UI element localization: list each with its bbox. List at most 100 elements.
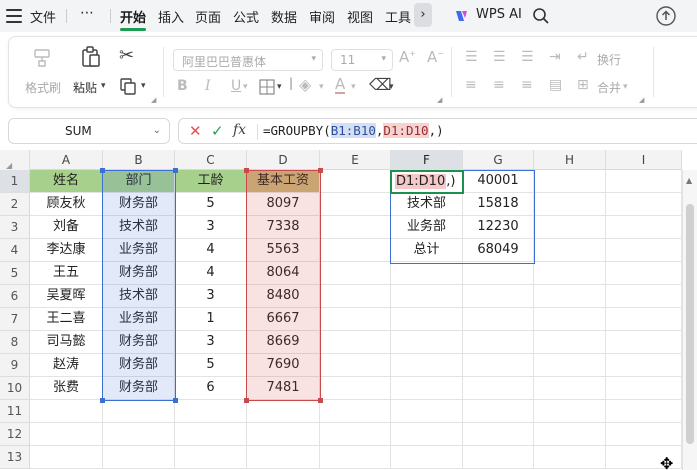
cell-g3[interactable]: 12230 xyxy=(463,216,534,239)
cell-e11[interactable] xyxy=(320,400,391,423)
cell-a13[interactable] xyxy=(30,446,103,469)
chevron-down-icon[interactable]: ▾ xyxy=(141,82,146,91)
cell-e10[interactable] xyxy=(320,377,391,400)
range-handle[interactable] xyxy=(100,168,105,173)
column-header-d[interactable]: D xyxy=(247,150,320,170)
dialog-launcher-icon[interactable]: ◢ xyxy=(437,97,442,104)
cloud-sync-icon[interactable] xyxy=(656,6,676,26)
row-header-12[interactable]: 12 xyxy=(0,423,30,446)
formula-bar[interactable]: ✕ ✓ fx =GROUPBY(B1:B10,D1:D10,) xyxy=(178,118,697,144)
cell-f13[interactable] xyxy=(391,446,463,469)
chevron-down-icon[interactable]: ▾ xyxy=(389,83,394,92)
cell-d7[interactable]: 6667 xyxy=(247,308,320,331)
cell-a8[interactable]: 司马懿 xyxy=(30,331,103,354)
align-left-icon[interactable]: ≡ xyxy=(465,78,477,92)
cell-d2[interactable]: 8097 xyxy=(247,193,320,216)
column-header-c[interactable]: C xyxy=(175,150,247,170)
underline-icon[interactable]: U xyxy=(231,79,241,93)
cell-g9[interactable] xyxy=(463,354,534,377)
format-painter-icon[interactable] xyxy=(31,47,53,69)
cell-a9[interactable]: 赵涛 xyxy=(30,354,103,377)
cell-h5[interactable] xyxy=(534,262,606,285)
hamburger-menu-icon[interactable] xyxy=(6,9,22,23)
cell-i11[interactable] xyxy=(606,400,682,423)
font-name-select[interactable]: 阿里巴巴普惠体 ▾ xyxy=(173,49,323,71)
cell-i7[interactable] xyxy=(606,308,682,331)
cell-h7[interactable] xyxy=(534,308,606,331)
column-header-b[interactable]: B xyxy=(103,150,175,170)
dialog-launcher-icon[interactable]: ◢ xyxy=(151,97,156,104)
cell-c4[interactable]: 4 xyxy=(175,239,247,262)
cell-f1-editor[interactable]: D1:D10,) xyxy=(390,170,464,194)
cell-e3[interactable] xyxy=(320,216,391,239)
cell-c1[interactable]: 工龄 xyxy=(175,170,247,193)
cell-e13[interactable] xyxy=(320,446,391,469)
range-handle[interactable] xyxy=(318,168,323,173)
cell-e5[interactable] xyxy=(320,262,391,285)
cell-c5[interactable]: 4 xyxy=(175,262,247,285)
cell-f3[interactable]: 业务部 xyxy=(391,216,463,239)
formula-input[interactable]: =GROUPBY(B1:B10,D1:D10,) xyxy=(263,123,444,138)
chevron-down-icon[interactable]: ▾ xyxy=(243,83,248,92)
row-header-5[interactable]: 5 xyxy=(0,262,30,285)
cell-a4[interactable]: 李达康 xyxy=(30,239,103,262)
cell-c6[interactable]: 3 xyxy=(175,285,247,308)
cell-a11[interactable] xyxy=(30,400,103,423)
cell-e12[interactable] xyxy=(320,423,391,446)
cell-a6[interactable]: 吴夏晖 xyxy=(30,285,103,308)
row-header-8[interactable]: 8 xyxy=(0,331,30,354)
row-header-2[interactable]: 2 xyxy=(0,193,30,216)
cell-f5[interactable] xyxy=(391,262,463,285)
chevron-down-icon[interactable]: ▾ xyxy=(623,83,628,92)
vertical-scrollbar[interactable]: ▲ xyxy=(682,170,697,470)
font-color-icon[interactable]: A xyxy=(335,77,346,94)
cell-a10[interactable]: 张费 xyxy=(30,377,103,400)
cell-f7[interactable] xyxy=(391,308,463,331)
cell-c3[interactable]: 3 xyxy=(175,216,247,239)
cell-a1[interactable]: 姓名 xyxy=(30,170,103,193)
search-icon[interactable] xyxy=(532,7,550,25)
cell-a7[interactable]: 王二喜 xyxy=(30,308,103,331)
cell-h3[interactable] xyxy=(534,216,606,239)
cell-c10[interactable]: 6 xyxy=(175,377,247,400)
cell-e2[interactable] xyxy=(320,193,391,216)
cell-g10[interactable] xyxy=(463,377,534,400)
cell-i2[interactable] xyxy=(606,193,682,216)
decrease-font-icon[interactable]: A− xyxy=(427,50,444,65)
scroll-up-icon[interactable]: ▲ xyxy=(686,176,692,185)
cell-g2[interactable]: 15818 xyxy=(463,193,534,216)
cell-d11[interactable] xyxy=(247,400,320,423)
cell-d4[interactable]: 5563 xyxy=(247,239,320,262)
cut-icon[interactable]: ✂ xyxy=(119,47,134,65)
cell-d12[interactable] xyxy=(247,423,320,446)
row-header-13[interactable]: 13 xyxy=(0,446,30,469)
cell-i5[interactable] xyxy=(606,262,682,285)
cell-i9[interactable] xyxy=(606,354,682,377)
cell-b3[interactable]: 技术部 xyxy=(103,216,175,239)
cell-e6[interactable] xyxy=(320,285,391,308)
chevron-right-icon[interactable]: › xyxy=(414,3,432,27)
cell-d10[interactable]: 7481 xyxy=(247,377,320,400)
cell-b5[interactable]: 财务部 xyxy=(103,262,175,285)
cell-b4[interactable]: 业务部 xyxy=(103,239,175,262)
wrap-text-icon[interactable]: ↵ xyxy=(577,50,589,64)
range-handle[interactable] xyxy=(244,398,249,403)
cell-b6[interactable]: 技术部 xyxy=(103,285,175,308)
cell-e8[interactable] xyxy=(320,331,391,354)
distributed-icon[interactable]: ▤ xyxy=(549,78,562,92)
cell-g4[interactable]: 68049 xyxy=(463,239,534,262)
cell-b10[interactable]: 财务部 xyxy=(103,377,175,400)
copy-icon[interactable] xyxy=(119,77,137,95)
cell-e9[interactable] xyxy=(320,354,391,377)
fill-color-icon[interactable]: ◈ xyxy=(299,77,311,93)
range-handle[interactable] xyxy=(318,398,323,403)
italic-icon[interactable]: I xyxy=(205,79,211,93)
cell-i6[interactable] xyxy=(606,285,682,308)
range-handle[interactable] xyxy=(100,398,105,403)
cell-a12[interactable] xyxy=(30,423,103,446)
column-header-i[interactable]: I xyxy=(606,150,682,170)
wps-ai-button[interactable]: WPS AI xyxy=(476,7,522,22)
cell-f8[interactable] xyxy=(391,331,463,354)
chevron-down-icon[interactable]: ▾ xyxy=(277,83,282,92)
cell-g1[interactable]: 40001 xyxy=(463,170,534,193)
